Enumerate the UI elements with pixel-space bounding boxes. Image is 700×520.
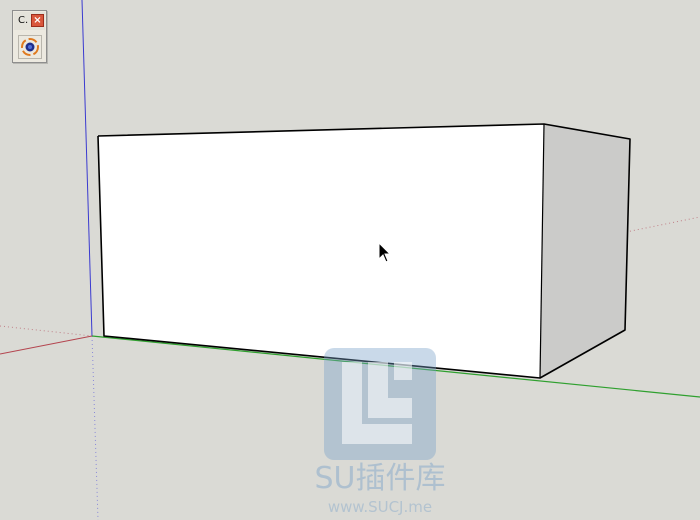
toolbar-title: C. bbox=[18, 15, 29, 26]
modeling-viewport[interactable]: SU插件库 www.SUCJ.me C. × bbox=[0, 0, 700, 520]
orbit-icon[interactable] bbox=[18, 35, 42, 59]
close-button[interactable]: × bbox=[31, 14, 44, 27]
box-front-face[interactable] bbox=[98, 124, 544, 378]
red-axis bbox=[0, 335, 93, 355]
arrow-cursor-icon bbox=[378, 242, 392, 263]
blue-axis bbox=[81, 0, 93, 337]
red-axis-dotted bbox=[0, 325, 93, 337]
toolbar-titlebar[interactable]: C. × bbox=[14, 12, 45, 30]
floating-toolbar[interactable]: C. × bbox=[12, 10, 47, 63]
blue-axis-dotted bbox=[91, 335, 99, 520]
3d-scene[interactable] bbox=[0, 0, 700, 520]
red-axis-dotted-far bbox=[625, 216, 700, 233]
box-side-face[interactable] bbox=[540, 124, 630, 378]
